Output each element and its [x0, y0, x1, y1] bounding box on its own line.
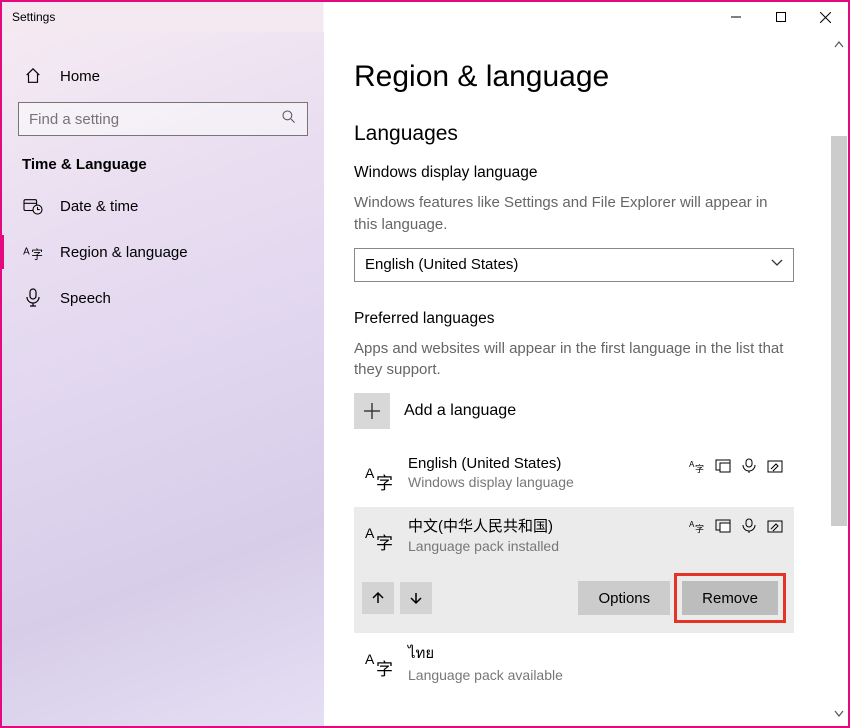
- scroll-up-icon[interactable]: [830, 36, 848, 54]
- display-language-desc: Windows features like Settings and File …: [354, 192, 794, 236]
- svg-text:字: 字: [376, 660, 393, 679]
- sidebar-item-label: Speech: [60, 290, 111, 307]
- scrollbar[interactable]: [830, 36, 848, 722]
- language-row-english[interactable]: A字 English (United States) Windows displ…: [354, 447, 794, 507]
- maximize-button[interactable]: [758, 2, 803, 32]
- search-input-field[interactable]: [29, 111, 281, 128]
- remove-button[interactable]: Remove: [682, 581, 778, 615]
- language-glyph-icon: A字: [362, 645, 398, 681]
- speech-icon: [740, 517, 758, 535]
- sidebar-category: Time & Language: [2, 148, 324, 183]
- language-glyph-icon: A字: [362, 459, 398, 495]
- content-pane: Region & language Languages Windows disp…: [324, 32, 848, 726]
- handwriting-icon: [766, 517, 784, 535]
- titlebar: Settings: [2, 2, 848, 32]
- language-features: A字: [688, 457, 784, 475]
- language-name: 中文(中华人民共和国): [408, 515, 688, 536]
- svg-text:A: A: [365, 465, 375, 481]
- svg-text:A: A: [365, 525, 375, 541]
- sidebar-item-date-time[interactable]: Date & time: [2, 183, 324, 229]
- sidebar-home[interactable]: Home: [2, 54, 324, 98]
- search-icon: [281, 109, 297, 130]
- svg-text:A: A: [23, 247, 30, 258]
- svg-text:字: 字: [695, 523, 704, 534]
- add-language-label: Add a language: [404, 402, 516, 420]
- svg-text:字: 字: [695, 463, 704, 474]
- display-icon: [714, 457, 732, 475]
- language-sub: Language pack available: [408, 667, 784, 683]
- sidebar-item-speech[interactable]: Speech: [2, 275, 324, 321]
- scroll-down-icon[interactable]: [830, 704, 848, 722]
- language-name: ไทย: [408, 641, 784, 665]
- settings-window: Settings Home: [0, 0, 850, 728]
- display-language-value: English (United States): [365, 256, 518, 273]
- microphone-icon: [22, 287, 44, 309]
- calendar-clock-icon: [22, 195, 44, 217]
- remove-button-label: Remove: [702, 590, 758, 607]
- page-title: Region & language: [354, 60, 834, 94]
- search-input[interactable]: [18, 102, 308, 136]
- language-actions: Options Remove: [354, 567, 794, 633]
- options-button[interactable]: Options: [578, 581, 670, 615]
- language-icon: A字: [22, 241, 44, 263]
- sidebar: Home Time & Language Date & time: [2, 32, 324, 726]
- options-button-label: Options: [598, 590, 650, 607]
- svg-text:字: 字: [31, 247, 43, 261]
- chevron-down-icon: [771, 256, 783, 273]
- display-icon: [714, 517, 732, 535]
- remove-highlight: Remove: [674, 573, 786, 623]
- svg-text:A: A: [365, 651, 375, 667]
- search-wrap: [2, 102, 324, 136]
- language-sub: Language pack installed: [408, 538, 688, 554]
- language-glyph-icon: A字: [362, 519, 398, 555]
- plus-icon: [354, 393, 390, 429]
- display-language-heading: Windows display language: [354, 164, 834, 182]
- text-to-speech-icon: A字: [688, 517, 706, 535]
- language-features: A字: [688, 517, 784, 535]
- language-row-thai[interactable]: A字 ไทย Language pack available: [354, 633, 794, 693]
- preferred-languages-heading: Preferred languages: [354, 310, 834, 328]
- home-icon: [22, 65, 44, 87]
- sidebar-item-label: Region & language: [60, 244, 188, 261]
- language-sub: Windows display language: [408, 474, 688, 490]
- scroll-thumb[interactable]: [831, 136, 847, 526]
- minimize-button[interactable]: [713, 2, 758, 32]
- language-name: English (United States): [408, 455, 688, 472]
- svg-text:字: 字: [376, 534, 393, 553]
- language-row-chinese[interactable]: A字 中文(中华人民共和国) Language pack installed A…: [354, 507, 794, 567]
- display-language-dropdown[interactable]: English (United States): [354, 248, 794, 282]
- add-language-button[interactable]: Add a language: [354, 393, 834, 429]
- window-body: Home Time & Language Date & time: [2, 32, 848, 726]
- preferred-languages-desc: Apps and websites will appear in the fir…: [354, 338, 794, 382]
- handwriting-icon: [766, 457, 784, 475]
- sidebar-item-label: Date & time: [60, 198, 138, 215]
- window-title: Settings: [12, 10, 55, 24]
- speech-icon: [740, 457, 758, 475]
- sidebar-item-region-language[interactable]: A字 Region & language: [2, 229, 324, 275]
- text-to-speech-icon: A字: [688, 457, 706, 475]
- move-up-button[interactable]: [362, 582, 394, 614]
- sidebar-home-label: Home: [60, 68, 100, 85]
- close-button[interactable]: [803, 2, 848, 32]
- move-down-button[interactable]: [400, 582, 432, 614]
- languages-heading: Languages: [354, 122, 834, 146]
- svg-text:字: 字: [376, 474, 393, 493]
